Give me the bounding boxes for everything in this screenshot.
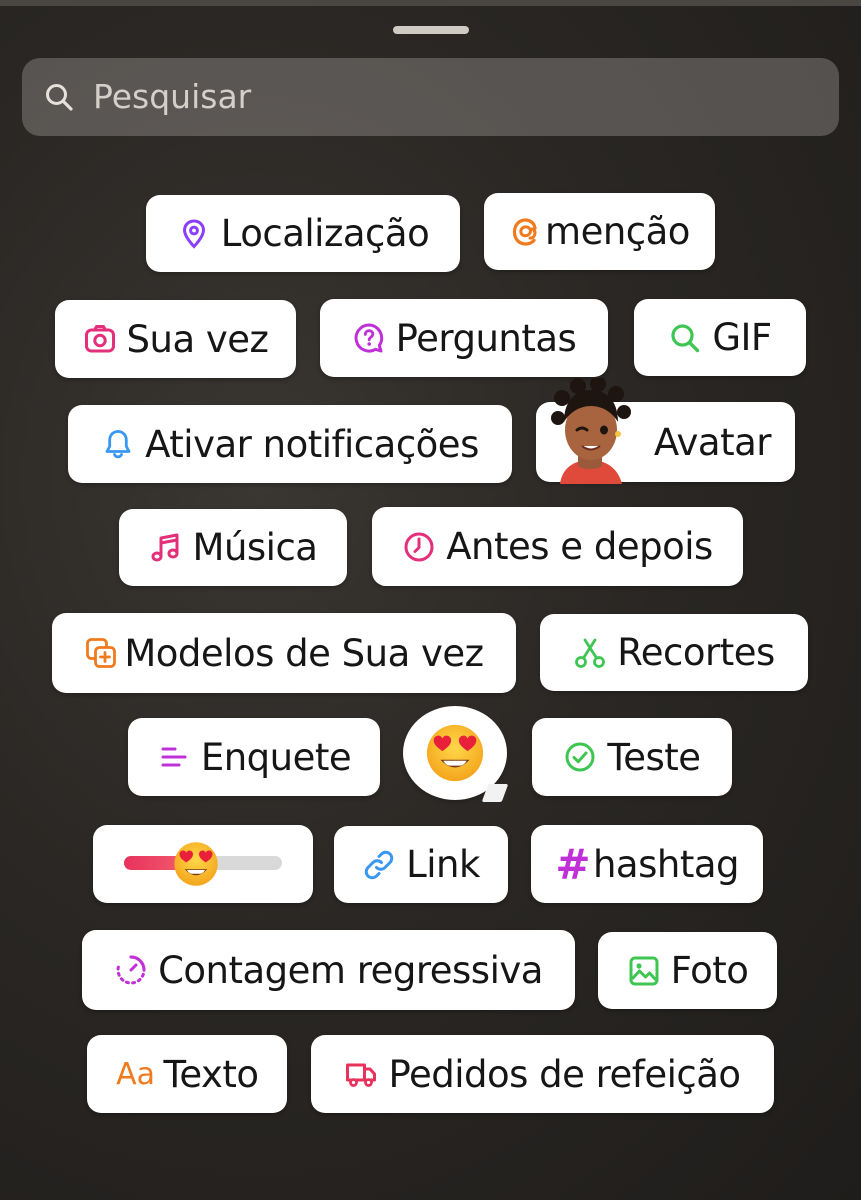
music-note-icon: [149, 531, 183, 565]
add-template-icon: [84, 636, 118, 670]
sticker-your-turn-label: Sua vez: [126, 317, 269, 361]
sticker-notifications[interactable]: Ativar notificações: [68, 405, 512, 483]
sticker-cutouts-label: Recortes: [617, 631, 775, 674]
link-icon: [362, 848, 396, 882]
sticker-before-after[interactable]: Antes e depois: [372, 507, 743, 586]
text-aa-icon: Aa: [116, 1056, 155, 1092]
sticker-questions-label: Perguntas: [395, 316, 577, 360]
camera-icon: [83, 322, 117, 356]
avatar-icon: [551, 378, 631, 484]
sticker-photo[interactable]: Foto: [598, 932, 777, 1009]
search-bar[interactable]: Pesquisar: [22, 58, 839, 136]
search-icon: [46, 84, 73, 111]
sticker-hashtag-label: hashtag: [592, 842, 740, 886]
sticker-quiz-label: Teste: [607, 735, 701, 779]
sticker-emoji-reaction[interactable]: [403, 706, 509, 802]
question-bubble-icon: [352, 321, 386, 355]
sticker-food-orders[interactable]: Pedidos de refeição: [311, 1035, 774, 1113]
sticker-location-label: Localização: [220, 212, 430, 255]
sheet-drag-handle[interactable]: [393, 26, 469, 34]
sticker-photo-label: Foto: [670, 949, 749, 992]
check-circle-icon: [563, 740, 597, 774]
sticker-mention[interactable]: menção: [484, 193, 715, 270]
sticker-templates[interactable]: Modelos de Sua vez: [52, 613, 516, 693]
sticker-gif[interactable]: GIF: [634, 299, 806, 376]
map-pin-icon: [177, 217, 211, 251]
sticker-poll[interactable]: Enquete: [128, 718, 380, 796]
heart-eyes-emoji-icon: [426, 724, 484, 782]
sticker-cutouts[interactable]: Recortes: [540, 614, 808, 691]
bubble-tail: [481, 784, 509, 802]
sticker-poll-label: Enquete: [200, 735, 352, 779]
image-icon: [627, 954, 661, 988]
sticker-quiz[interactable]: Teste: [532, 718, 732, 796]
sticker-mention-label: menção: [545, 210, 690, 253]
sticker-music[interactable]: Música: [119, 509, 347, 586]
search-icon: [668, 321, 702, 355]
sticker-countdown-label: Contagem regressiva: [158, 948, 543, 992]
delivery-truck-icon: [344, 1057, 378, 1091]
sticker-location[interactable]: Localização: [146, 195, 460, 272]
bell-icon: [101, 427, 135, 461]
sticker-link-label: Link: [406, 843, 480, 886]
sticker-food-orders-label: Pedidos de refeição: [388, 1052, 741, 1096]
sticker-avatar-label: Avatar: [653, 420, 772, 464]
sticker-text-label: Texto: [163, 1052, 259, 1096]
sticker-text[interactable]: Aa Texto: [87, 1035, 287, 1113]
sticker-notifications-label: Ativar notificações: [145, 422, 479, 466]
sticker-before-after-label: Antes e depois: [446, 525, 713, 568]
sticker-your-turn[interactable]: Sua vez: [55, 300, 296, 378]
poll-lines-icon: [157, 740, 191, 774]
search-input[interactable]: Pesquisar: [93, 77, 251, 116]
heart-eyes-emoji-icon[interactable]: [172, 840, 220, 888]
sticker-questions[interactable]: Perguntas: [320, 299, 608, 377]
timer-icon: [114, 953, 148, 987]
sticker-link[interactable]: Link: [334, 826, 508, 903]
scissors-icon: [573, 636, 607, 670]
sticker-gif-label: GIF: [712, 316, 772, 359]
top-strip: [0, 0, 861, 6]
sticker-music-label: Música: [192, 526, 318, 569]
threads-at-icon: [509, 215, 543, 249]
sticker-hashtag[interactable]: # hashtag: [531, 825, 763, 903]
sticker-countdown[interactable]: Contagem regressiva: [82, 930, 575, 1010]
hash-icon: #: [555, 839, 591, 889]
sticker-templates-label: Modelos de Sua vez: [124, 631, 484, 675]
clock-icon: [402, 530, 436, 564]
